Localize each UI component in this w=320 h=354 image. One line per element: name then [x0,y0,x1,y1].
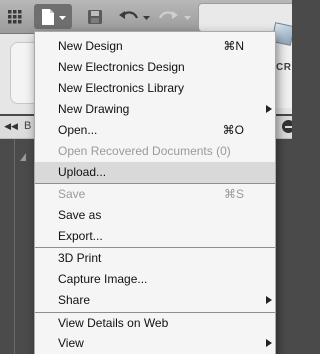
undo-button[interactable] [116,4,154,29]
menu-item-shortcut: ⌘N [223,39,244,53]
menu-item-label: Save as [58,208,102,222]
menu-item-save: Save ⌘S [35,184,275,205]
chevron-right-icon [266,296,272,304]
panel-title: B [24,120,32,132]
menu-item-label: New Electronics Library [58,81,185,95]
toolbar [0,0,292,34]
minimize-panel-icon[interactable] [282,120,292,133]
menu-item-label: New Drawing [58,102,130,116]
menu-item-label: New Design [58,39,123,53]
menu-item-export[interactable]: Export... [35,226,275,247]
menu-item-label: View [58,336,84,350]
save-toolbar-button[interactable] [84,4,106,29]
expand-triangle-icon[interactable] [20,153,26,161]
menu-item-label: Open Recovered Documents (0) [58,144,231,158]
chevron-right-icon [266,105,272,113]
menu-item-shortcut: ⌘O [222,123,244,137]
menu-item-view[interactable]: View [35,333,275,354]
undo-icon [119,10,150,20]
redo-button[interactable] [158,4,194,29]
menu-item-upload[interactable]: Upload... [35,162,275,183]
menu-item-label: Export... [58,229,103,243]
menu-item-open-recovered-documents: Open Recovered Documents (0) [35,141,275,162]
menu-item-label: Open... [58,123,98,137]
browser-tree-line [14,139,15,354]
menu-item-open[interactable]: Open... ⌘O [35,120,275,141]
menu-item-label: View Details on Web [58,316,169,330]
menu-item-3d-print[interactable]: 3D Print [35,248,275,269]
menu-item-label: New Electronics Design [58,60,185,74]
menu-item-capture-image[interactable]: Capture Image... [35,269,275,290]
menu-item-new-electronics-design[interactable]: New Electronics Design [35,57,275,78]
chevron-right-icon [266,339,272,347]
menu-item-new-design[interactable]: New Design ⌘N [35,36,275,57]
menu-item-label: Save [58,187,86,201]
menu-item-new-electronics-library[interactable]: New Electronics Library [35,78,275,99]
menu-item-label: 3D Print [58,251,102,265]
menu-item-shortcut: ⌘S [223,187,244,201]
menu-item-label: Capture Image... [58,272,148,286]
redo-icon [159,10,191,20]
app-grid-icon[interactable] [4,4,26,29]
menu-item-label: Upload... [58,165,107,179]
file-menu-button[interactable] [34,4,72,29]
collapse-panel-icon[interactable]: ◀◀ [4,119,18,133]
menu-item-label: Share [58,293,91,307]
save-icon [88,9,102,24]
file-menu: New Design ⌘N New Electronics Design New… [34,31,276,354]
create-group-label: CRE [276,62,292,73]
app-window: CRE ◀◀ B New Design ⌘N New Electronics D… [0,0,292,354]
menu-item-share[interactable]: Share [35,290,275,311]
menu-item-save-as[interactable]: Save as [35,205,275,226]
menu-item-new-drawing[interactable]: New Drawing [35,99,275,120]
menu-item-view-details-on-web[interactable]: View Details on Web [35,313,275,334]
file-icon [42,8,66,25]
